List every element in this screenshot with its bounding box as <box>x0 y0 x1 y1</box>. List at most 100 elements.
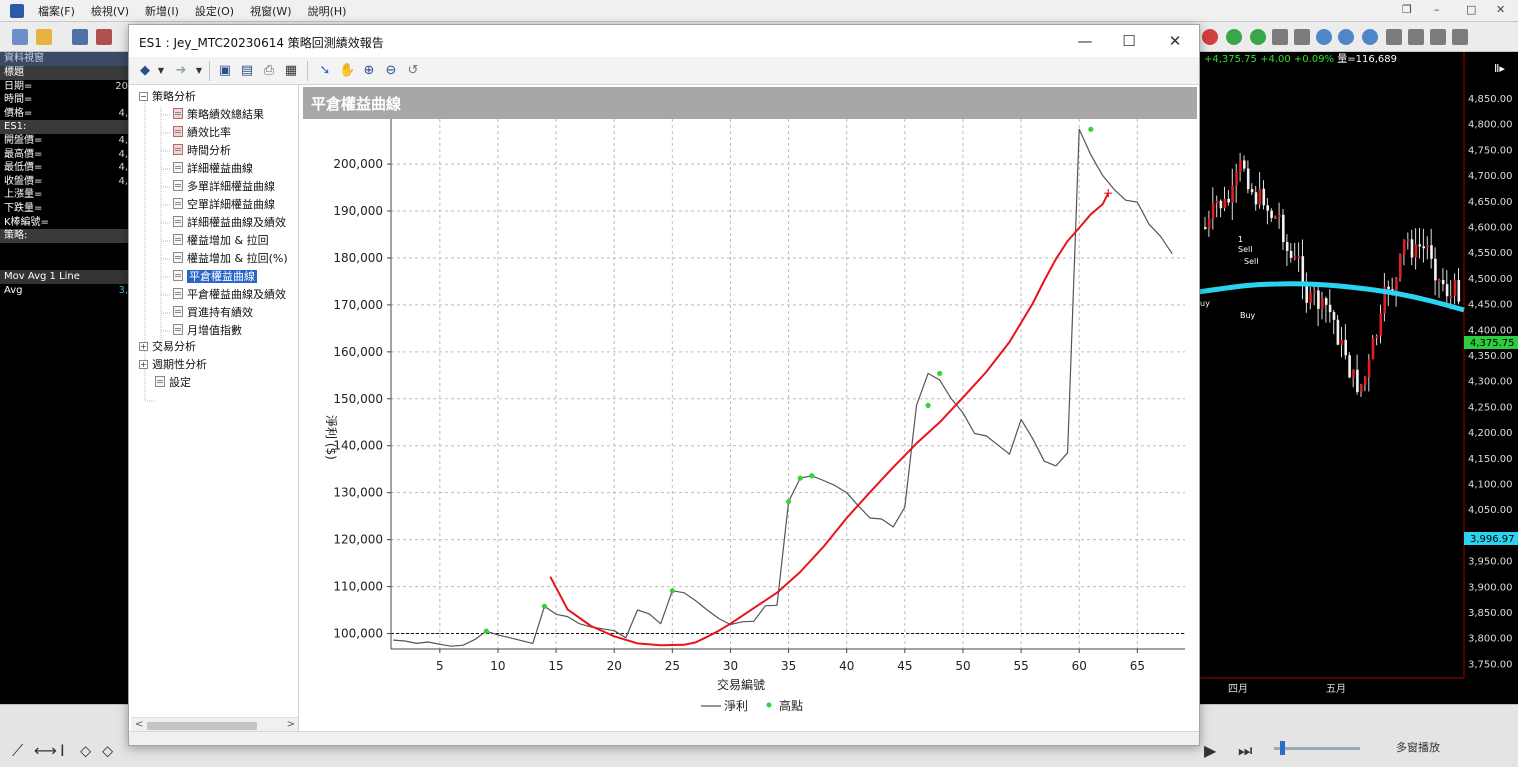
maximize-app-icon[interactable]: □ <box>1466 3 1476 16</box>
price-tick-label: 4,200.00 <box>1468 428 1513 439</box>
scroll-left-icon[interactable] <box>1386 29 1402 45</box>
scroll-right-icon[interactable] <box>1408 29 1424 45</box>
zoom-in-icon[interactable] <box>1316 29 1332 45</box>
fib-tool-icon[interactable]: ⬦ <box>102 741 113 761</box>
horizontal-line-icon[interactable]: ⟷ <box>34 741 57 760</box>
close-app-icon[interactable]: ✕ <box>1496 3 1505 16</box>
forward-icon[interactable]: ➜ <box>173 63 189 79</box>
next-bar-icon[interactable]: ⏭ <box>1238 741 1252 761</box>
menu-file[interactable]: 檔案(F) <box>30 3 83 19</box>
edit-icon[interactable] <box>96 29 112 45</box>
line-tool-icon[interactable]: ⟋ <box>12 741 23 761</box>
pan-icon[interactable] <box>1452 29 1468 45</box>
tree-item[interactable]: 買進持有績效 <box>173 305 253 321</box>
zoom-reset-icon[interactable] <box>1362 29 1378 45</box>
restore-app-icon[interactable]: ❐ <box>1402 3 1412 16</box>
equity-curve-chart[interactable]: 5 10 15 20 25 30 35 40 45 50 55 60 65 100,000 110,000 1… <box>301 119 1199 731</box>
tree-item[interactable]: 權益增加 & 拉回(%) <box>173 251 288 267</box>
candle-body <box>1266 205 1269 211</box>
scroll-thumb[interactable] <box>147 722 257 730</box>
chart-page-icon <box>173 306 183 317</box>
x-tick-label: 60 <box>1072 659 1087 673</box>
save-icon[interactable] <box>72 29 88 45</box>
table-view-icon[interactable]: ▦ <box>283 63 299 79</box>
tree-group-periodic-analysis[interactable]: + 週期性分析 <box>139 357 207 373</box>
candle-body <box>1258 188 1262 205</box>
tree-item[interactable]: 月增值指數 <box>173 323 242 339</box>
tree-item[interactable]: 多單詳細權益曲線 <box>173 179 275 195</box>
candle-body <box>1356 369 1359 392</box>
x-tick-label: 25 <box>665 659 680 673</box>
cursor-icon[interactable] <box>1272 29 1288 45</box>
candle-body <box>1438 279 1441 282</box>
maximize-icon[interactable]: ☐ <box>1109 29 1149 53</box>
save-report-icon[interactable]: ▣ <box>217 63 233 79</box>
tree-group-trade-analysis[interactable]: + 交易分析 <box>139 339 196 355</box>
tree-item[interactable]: 策略績效總結果 <box>173 107 264 123</box>
zoom-in-report-icon[interactable]: ⊕ <box>361 63 377 79</box>
high-point-marker <box>785 498 792 505</box>
collapse-icon[interactable]: − <box>139 92 148 101</box>
chart-page-icon <box>173 270 183 281</box>
tree-item[interactable]: 詳細權益曲線 <box>173 161 253 177</box>
background-chart-status: +4,375.75 +4.00 +0.09% 量=116,689 <box>1198 52 1518 68</box>
candle-body <box>1375 335 1379 338</box>
pointer-icon[interactable]: ➘ <box>317 63 333 79</box>
minimize-app-icon[interactable]: – <box>1434 3 1440 16</box>
hand-icon[interactable]: ✋ <box>339 63 355 79</box>
menu-insert[interactable]: 新增(I) <box>137 3 187 19</box>
strategy2-icon[interactable] <box>1250 29 1266 45</box>
reset-zoom-icon[interactable]: ↺ <box>405 63 421 79</box>
rewind-icon[interactable] <box>1430 29 1446 45</box>
expand-icon[interactable]: + <box>139 360 148 369</box>
quote-row: 最高價= 4, <box>4 148 128 160</box>
vertical-line-icon[interactable]: Ⅰ <box>60 741 65 760</box>
zoom-out-report-icon[interactable]: ⊖ <box>383 63 399 79</box>
close-icon[interactable]: ✕ <box>1155 29 1195 53</box>
tree-item[interactable]: 績效比率 <box>173 125 231 141</box>
scroll-right-arrow-icon[interactable]: > <box>287 719 295 730</box>
tree-item[interactable]: 權益增加 & 拉回 <box>173 233 269 249</box>
quote-row: K棒編號= <box>4 216 49 228</box>
menu-window[interactable]: 視窗(W) <box>242 3 299 19</box>
tree-item-selected[interactable]: 平倉權益曲線 <box>173 269 257 285</box>
back-dropdown-icon[interactable]: ▼ <box>153 63 169 79</box>
menu-settings[interactable]: 設定(O) <box>187 3 242 19</box>
crosshair-icon[interactable] <box>1294 29 1310 45</box>
strategy-icon[interactable] <box>1226 29 1242 45</box>
last-price-text: 4,375.75 <box>1470 338 1515 349</box>
channel-tool-icon[interactable]: ⬦ <box>80 741 91 761</box>
play-icon[interactable]: ▶ <box>1204 741 1216 760</box>
print-icon[interactable]: ⎙ <box>261 63 277 79</box>
back-icon[interactable]: ◆ <box>137 63 153 79</box>
forward-dropdown-icon[interactable]: ▼ <box>191 63 207 79</box>
new-window-icon[interactable] <box>12 29 28 45</box>
tree-item[interactable]: 空單詳細權益曲線 <box>173 197 275 213</box>
menu-help[interactable]: 說明(H) <box>300 3 355 19</box>
speed-slider-thumb[interactable] <box>1280 741 1285 755</box>
candle-body <box>1363 377 1367 385</box>
zoom-out-icon[interactable] <box>1338 29 1354 45</box>
tree-item[interactable]: 詳細權益曲線及績效 <box>173 215 286 231</box>
chart-page-icon <box>173 162 183 173</box>
multi-play-button[interactable]: 多窗播放 <box>1396 739 1440 755</box>
tree-item[interactable]: 時間分析 <box>173 143 231 159</box>
minimize-icon[interactable]: — <box>1065 29 1105 53</box>
open-folder-icon[interactable] <box>36 29 52 45</box>
indicator-icon[interactable] <box>1202 29 1218 45</box>
price-tick-label: 3,950.00 <box>1468 557 1513 568</box>
menu-view[interactable]: 檢視(V) <box>83 3 137 19</box>
expand-icon[interactable]: + <box>139 342 148 351</box>
high-point-marker <box>797 475 803 481</box>
candle-body <box>1227 198 1230 203</box>
export-icon[interactable]: ▤ <box>239 63 255 79</box>
tree-item[interactable]: 平倉權益曲線及績效 <box>173 287 286 303</box>
scroll-left-arrow-icon[interactable]: < <box>135 719 143 730</box>
tree-root-strategy-analysis[interactable]: − 策略分析 <box>139 89 196 105</box>
tree-item-settings[interactable]: 設定 <box>155 375 191 391</box>
speed-slider[interactable] <box>1274 747 1360 750</box>
background-price-chart[interactable]: 4,850.00 4,800.00 4,750.00 4,700.00 4,650.00… <box>1197 52 1518 704</box>
y-tick-label: 120,000 <box>333 533 383 547</box>
price-tick-label: 4,100.00 <box>1468 480 1513 491</box>
avg-price-text: 3,996.97 <box>1470 534 1515 545</box>
